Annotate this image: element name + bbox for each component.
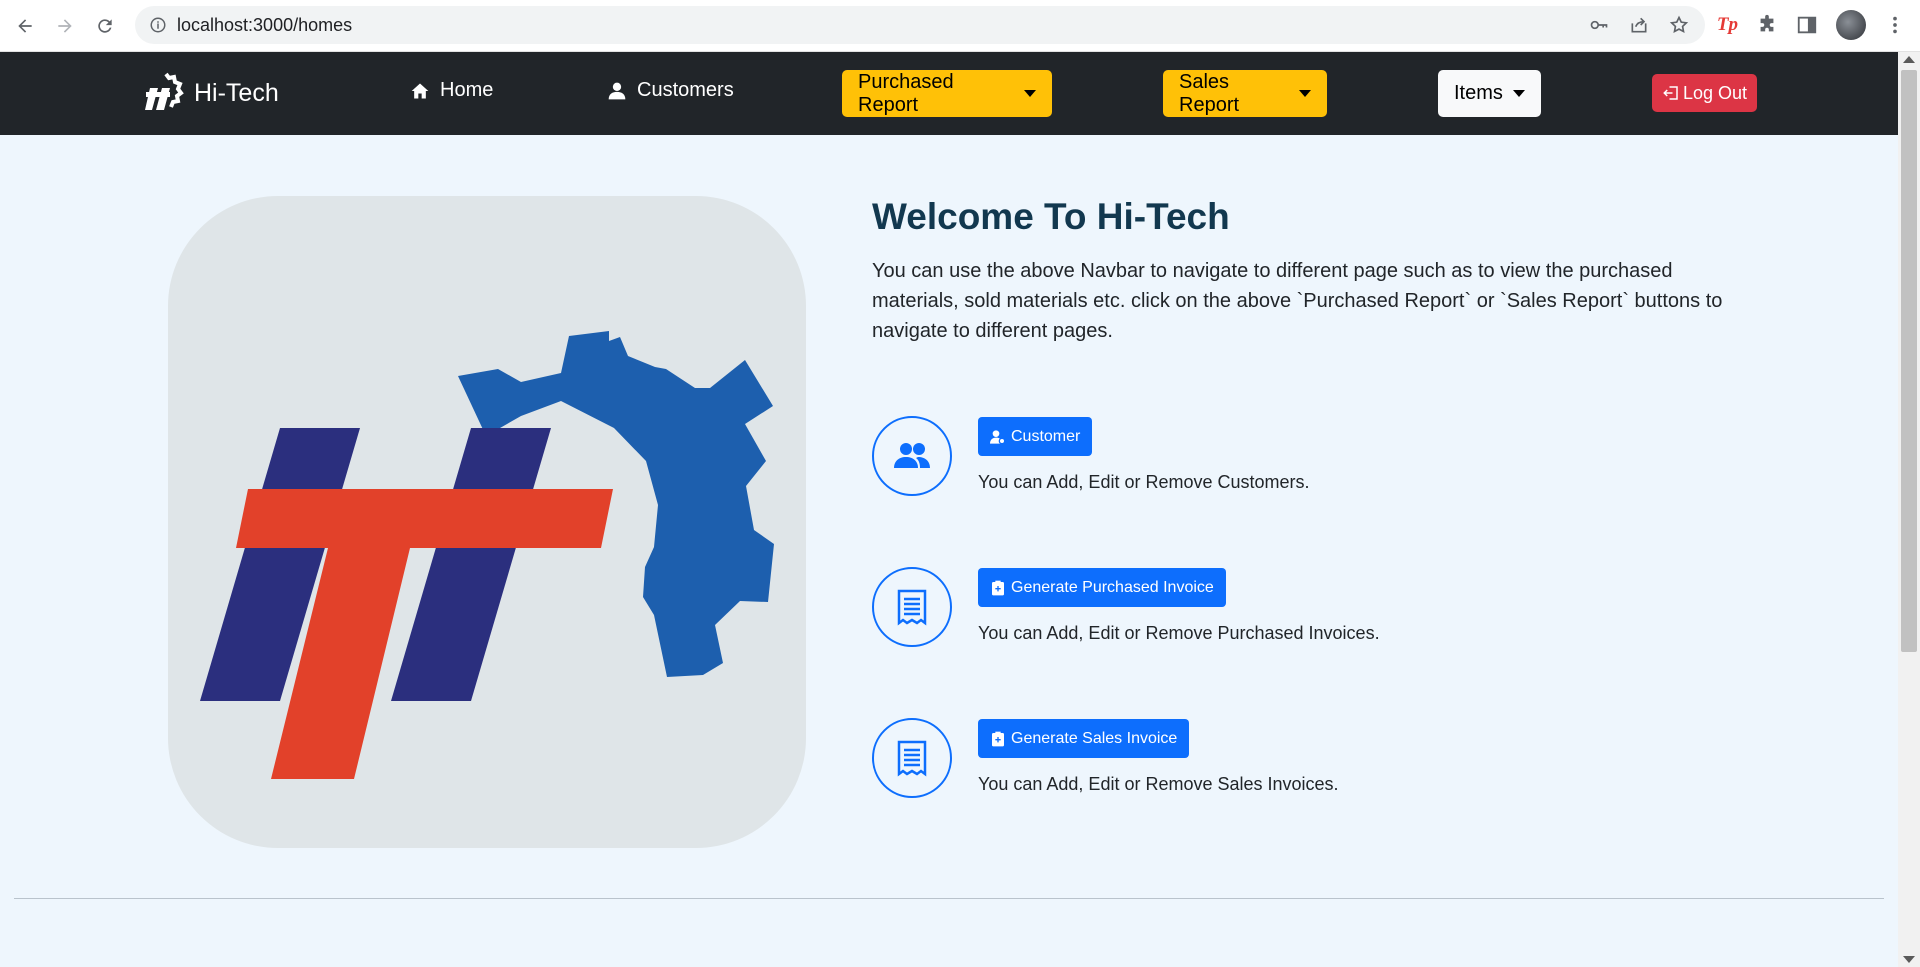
reload-icon	[98, 18, 112, 33]
hitech-logo-image	[168, 196, 806, 848]
customer-button[interactable]: Customer	[978, 417, 1093, 456]
star-icon[interactable]	[1669, 15, 1689, 35]
scroll-up-arrow-icon[interactable]	[1903, 56, 1915, 63]
customer-button-label: Customer	[1011, 427, 1081, 445]
purchased-report-label: Purchased Report	[858, 70, 954, 116]
items-label: Items	[1454, 82, 1503, 104]
caret-down-icon	[1512, 90, 1525, 97]
hitech-logo-icon	[145, 72, 184, 110]
users-icon	[872, 416, 952, 496]
tp-extension-icon[interactable]: Tp	[1717, 14, 1738, 36]
brand-name: Hi-Tech	[194, 78, 279, 107]
user-icon	[608, 82, 626, 99]
purchased-invoice-description: You can Add, Edit or Remove Purchased In…	[978, 623, 1380, 643]
url-text: localhost:3000/homes	[177, 14, 353, 35]
hitech-logo-graphic	[200, 331, 774, 779]
nav-home[interactable]: Home	[410, 79, 493, 102]
caret-down-icon	[1299, 90, 1311, 97]
divider	[14, 898, 1884, 899]
nav-home-label: Home	[440, 79, 494, 101]
receipt-icon	[872, 567, 952, 647]
generate-purchased-invoice-label: Generate Purchased Invoice	[1011, 578, 1214, 596]
user-gear-icon	[990, 429, 1006, 444]
logout-button[interactable]: Log Out	[1652, 74, 1758, 112]
address-bar[interactable]: localhost:3000/homes	[135, 6, 1705, 44]
items-dropdown[interactable]: Items	[1438, 70, 1541, 117]
sales-report-dropdown[interactable]: Sales Report	[1163, 70, 1327, 117]
profile-avatar[interactable]	[1836, 10, 1866, 40]
browser-toolbar: localhost:3000/homes Tp	[0, 0, 1920, 52]
arrow-left-icon	[18, 18, 32, 33]
generate-purchased-invoice-button[interactable]: Generate Purchased Invoice	[978, 568, 1226, 607]
sales-invoice-description: You can Add, Edit or Remove Sales Invoic…	[978, 774, 1339, 794]
info-icon	[150, 17, 166, 33]
purchased-report-dropdown[interactable]: Purchased Report	[842, 70, 1052, 117]
navbar: Hi-Tech Home Customers Purchased Report …	[0, 52, 1898, 135]
customer-description: You can Add, Edit or Remove Customers.	[978, 472, 1310, 492]
scroll-down-arrow-icon[interactable]	[1903, 956, 1915, 963]
brand-link[interactable]: Hi-Tech	[140, 70, 279, 116]
scrollbar-thumb[interactable]	[1901, 70, 1917, 652]
side-panel-icon[interactable]	[1796, 14, 1818, 36]
receipt-icon	[872, 718, 952, 798]
nav-customers[interactable]: Customers	[607, 79, 734, 102]
arrow-right-icon	[58, 18, 72, 33]
generate-sales-invoice-button[interactable]: Generate Sales Invoice	[978, 719, 1190, 758]
key-icon[interactable]	[1589, 15, 1609, 35]
page-title: Welcome To Hi-Tech	[872, 196, 1230, 237]
home-icon	[411, 83, 429, 98]
back-button[interactable]	[10, 11, 40, 41]
reload-button[interactable]	[90, 11, 120, 41]
clipboard-plus-icon	[992, 731, 1004, 746]
forward-button[interactable]	[50, 11, 80, 41]
logout-label: Log Out	[1683, 82, 1748, 103]
more-vert-icon[interactable]	[1884, 14, 1906, 36]
nav-customers-label: Customers	[637, 79, 734, 101]
sales-report-label: Sales Report	[1179, 70, 1240, 116]
logout-icon	[1663, 86, 1678, 100]
clipboard-plus-icon	[992, 580, 1004, 595]
puzzle-icon[interactable]	[1756, 14, 1778, 36]
page-scrollbar[interactable]	[1898, 52, 1920, 967]
generate-sales-invoice-label: Generate Sales Invoice	[1011, 729, 1178, 747]
page-description: You can use the above Navbar to navigate…	[872, 260, 1723, 342]
share-icon[interactable]	[1629, 15, 1649, 35]
caret-down-icon	[1024, 90, 1036, 97]
